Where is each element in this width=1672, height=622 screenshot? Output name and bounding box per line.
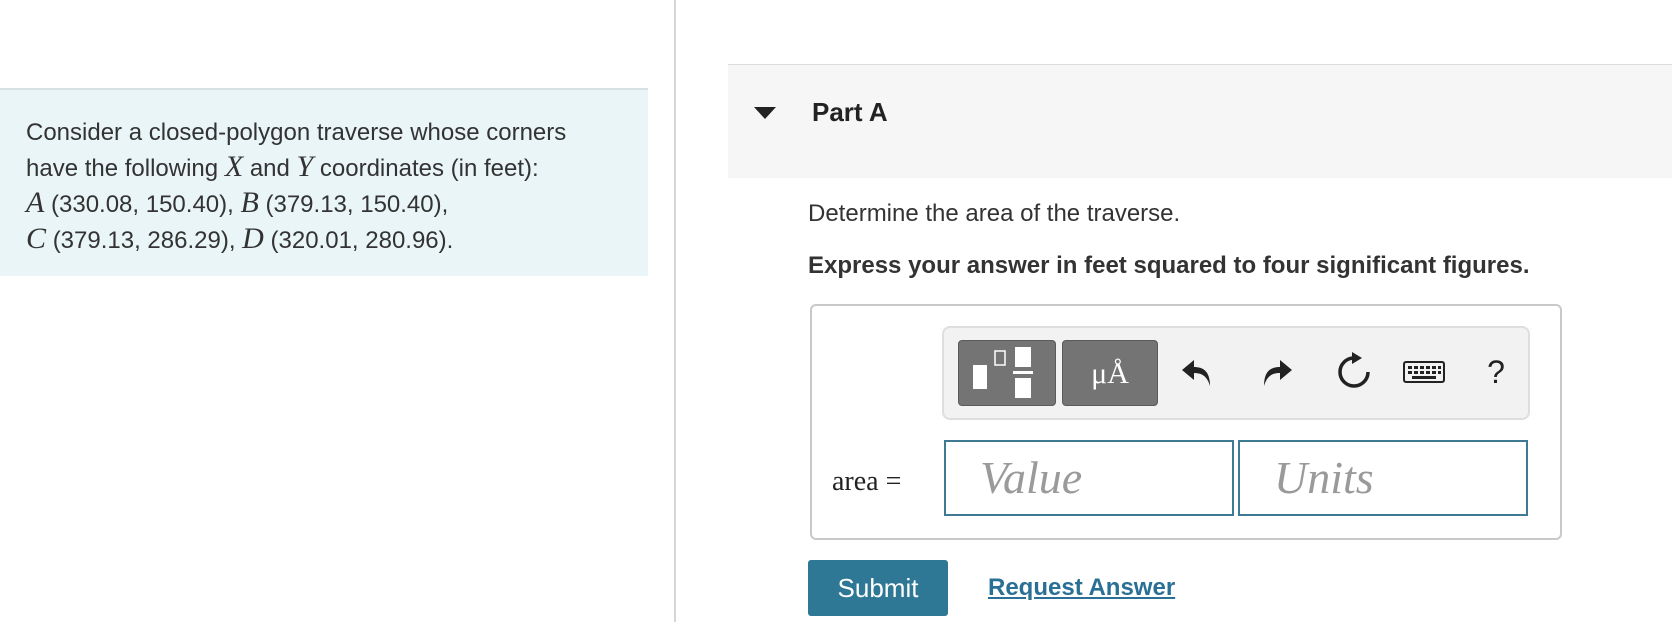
help-icon[interactable]: ? [1474,350,1518,394]
problem-line-2: have the following X and Y coordinates (… [26,150,622,186]
problem-statement: Consider a closed-polygon traverse whose… [0,88,648,276]
variable-y: Y [296,150,314,183]
point-c-coords: (379.13, 286.29), [52,227,236,254]
template-button[interactable] [958,340,1056,406]
units-input[interactable]: Units [1238,440,1528,516]
part-header[interactable]: Part A [728,64,1672,178]
part-title: Part A [812,97,888,127]
undo-button[interactable] [1176,350,1220,394]
submit-button[interactable]: Submit [808,560,948,616]
fraction-template-icon [973,347,1033,398]
problem-text: and [249,155,290,182]
point-d-label: D [242,222,264,255]
point-a-label: A [26,186,45,219]
answer-box: μÅ ? area = Value Units [810,304,1562,540]
problem-line-4: C (379.13, 286.29), D (320.01, 280.96). [26,222,622,258]
redo-icon [1264,360,1292,386]
point-d-coords: (320.01, 280.96). [270,227,454,254]
redo-button[interactable] [1254,350,1298,394]
point-a-coords: (330.08, 150.40), [51,191,234,218]
problem-line-1: Consider a closed-polygon traverse whose… [26,116,622,150]
problem-line-3: A (330.08, 150.40), B (379.13, 150.40), [26,186,622,222]
answer-label: area = [832,466,902,497]
problem-text: coordinates (in feet): [319,155,539,182]
math-toolbar: μÅ ? [942,326,1530,420]
reset-icon [1338,352,1370,388]
reset-button[interactable] [1332,350,1376,394]
undo-icon [1182,360,1210,386]
units-button[interactable]: μÅ [1062,340,1158,406]
pane-divider[interactable] [674,0,676,622]
keyboard-button[interactable] [1398,350,1450,394]
value-input[interactable]: Value [944,440,1234,516]
question-prompt: Determine the area of the traverse. [808,200,1181,227]
point-b-label: B [240,186,259,219]
point-c-label: C [26,222,47,255]
request-answer-link[interactable]: Request Answer [988,574,1175,602]
answer-instruction: Express your answer in feet squared to f… [808,252,1530,279]
problem-text: have the following [26,155,219,182]
point-b-coords: (379.13, 150.40), [265,191,449,218]
keyboard-icon [1403,361,1445,383]
variable-x: X [224,150,244,183]
caret-down-icon[interactable] [754,107,776,119]
problem-text: Consider a closed-polygon traverse whose… [26,119,567,146]
